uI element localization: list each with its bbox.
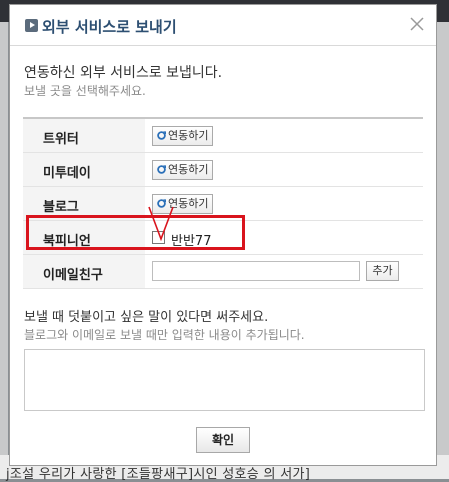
background-right [436,22,449,462]
service-label-cell: 미투데이 [23,153,145,186]
add-email-button[interactable]: 추가 [366,261,399,281]
background-left [0,22,8,462]
service-row-twitter: 트위터 연동하기 [23,119,423,153]
close-icon[interactable] [408,15,426,33]
service-row-bookpinion: 북피니언 반반77 [23,221,423,255]
link-icon [157,199,166,208]
service-row-me2day: 미투데이 연동하기 [23,153,423,187]
dialog-title: 외부 서비스로 보내기 [42,18,177,36]
service-label: 블로그 [43,200,79,215]
arrow-right-icon [25,19,38,32]
service-label: 이메일친구 [43,268,103,283]
bookpinion-checkbox[interactable] [152,231,165,244]
link-icon [157,131,166,140]
service-table: 트위터 연동하기 미투데이 연동하기 블로그 연동하기 북피니언 반반77 이메… [23,117,423,289]
service-row-email: 이메일친구 추가 [23,255,423,289]
service-label-cell: 트위터 [23,119,145,152]
me2day-connect-button[interactable]: 연동하기 [152,160,214,180]
memo-note: 블로그와 이메일로 보낼 때만 입력한 내용이 추가됩니다. [24,328,305,342]
intro-text: 연동하신 외부 서비스로 보냅니다. [24,65,223,81]
service-label-cell: 이메일친구 [23,255,145,288]
twitter-connect-button[interactable]: 연동하기 [152,126,214,146]
dialog-header: 외부 서비스로 보내기 [10,5,436,46]
intro-subtext: 보낼 곳을 선택해주세요. [24,84,146,98]
confirm-button[interactable]: 확인 [196,427,250,453]
connect-label: 연동하기 [168,197,209,210]
service-label: 북피니언 [43,234,91,249]
share-dialog: 외부 서비스로 보내기 연동하신 외부 서비스로 보냅니다. 보낼 곳을 선택해… [9,4,437,466]
service-label-cell: 블로그 [23,187,145,220]
service-row-blog: 블로그 연동하기 [23,187,423,221]
memo-textarea[interactable] [24,349,425,411]
service-label: 미투데이 [43,166,91,181]
link-icon [157,165,166,174]
connect-label: 연동하기 [168,129,209,142]
bookpinion-account-label: 반반77 [171,234,212,249]
memo-instruction: 보낼 때 덧붙이고 싶은 말이 있다면 써주세요. [24,310,269,325]
service-label-cell: 북피니언 [23,221,145,254]
email-friend-input[interactable] [152,261,360,281]
connect-label: 연동하기 [168,163,209,176]
blog-connect-button[interactable]: 연동하기 [152,194,214,214]
service-label: 트위터 [43,132,79,147]
